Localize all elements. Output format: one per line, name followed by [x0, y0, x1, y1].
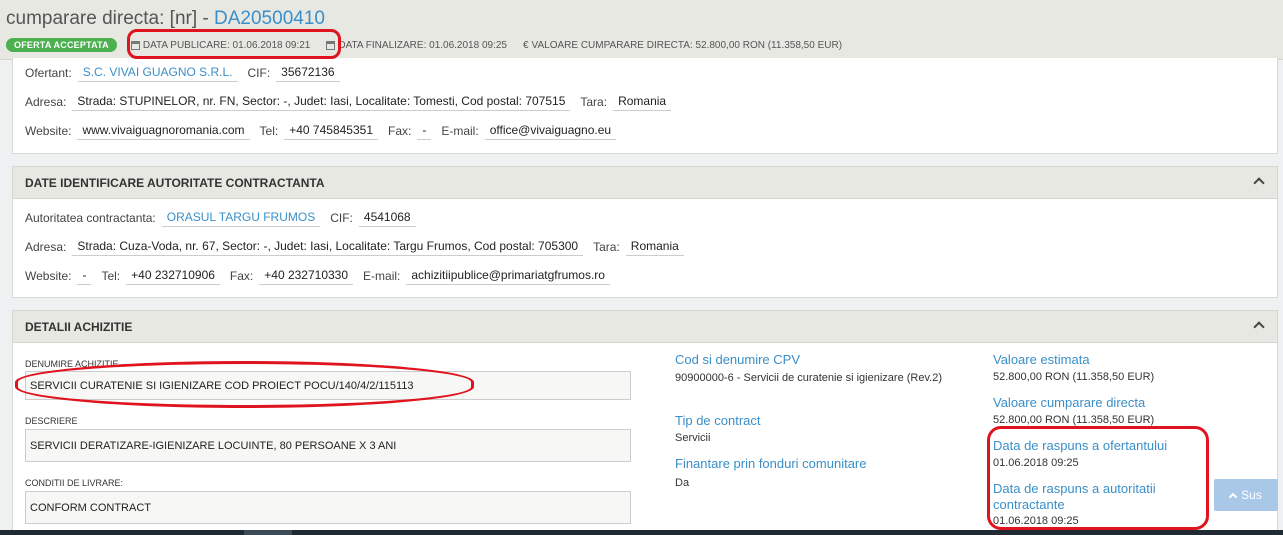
website-value: - [77, 267, 92, 285]
denumire-field: SERVICII CURATENIE SI IGIENIZARE COD PRO… [25, 371, 631, 400]
email-value: office@vivaiguagno.eu [484, 122, 617, 140]
scrollbar-thumb[interactable] [244, 530, 292, 535]
autoritate-row: Autoritatea contractanta: ORASUL TARGU F… [25, 209, 426, 227]
scroll-top-label: Sus [1241, 488, 1262, 502]
email-label: E-mail: [441, 124, 479, 138]
tip-contract-value: Servicii [675, 432, 711, 444]
descriere-label: DESCRIERE [25, 416, 78, 426]
title-prefix: cumparare directa: [nr] - [6, 8, 215, 29]
autoritate-panel: DATE IDENTIFICARE AUTORITATE CONTRACTANT… [12, 166, 1278, 298]
email-value: achizitiipublice@primariatgfrumos.ro [406, 267, 610, 285]
cif-label: CIF: [330, 211, 353, 225]
denumire-label: DENUMIRE ACHIZITIE [25, 359, 119, 369]
valoare-text: VALOARE CUMPARARE DIRECTA: 52.800,00 RON… [531, 39, 843, 51]
ofertant-link[interactable]: S.C. VIVAI GUAGNO S.R.L. [77, 64, 238, 82]
email-label: E-mail: [363, 269, 401, 283]
tara-label: Tara: [580, 95, 608, 109]
autoritate-address-row: Adresa: Strada: Cuza-Voda, nr. 67, Secto… [25, 238, 694, 256]
status-badge: OFERTA ACCEPTATA [6, 38, 117, 52]
cpv-value: 90900000-6 - Servicii de curatenie si ig… [675, 372, 942, 384]
raspuns-autoritate-label: Data de raspuns a autoritatii contractan… [993, 481, 1156, 512]
horizontal-scrollbar[interactable] [0, 530, 1283, 535]
conditii-field: CONFORM CONTRACT [25, 491, 631, 524]
valoare-estimata-label: Valoare estimata [993, 352, 1090, 367]
ofertant-row: Ofertant: S.C. VIVAI GUAGNO S.R.L. CIF: … [25, 64, 350, 82]
cpv-label: Cod si denumire CPV [675, 352, 800, 367]
valoare-cumparare-label: Valoare cumparare directa [993, 395, 1146, 410]
ofertant-address-row: Adresa: Strada: STUPINELOR, nr. FN, Sect… [25, 93, 681, 111]
finantare-label: Finantare prin fonduri comunitare [675, 456, 867, 471]
adresa-label: Adresa: [25, 95, 67, 109]
autoritate-heading: DATE IDENTIFICARE AUTORITATE CONTRACTANT… [25, 175, 325, 190]
procedure-code-link[interactable]: DA20500410 [214, 8, 325, 29]
scroll-top-button[interactable]: Sus [1214, 479, 1278, 511]
descriere-field: SERVICII DERATIZARE-IGIENIZARE LOCUINTE,… [25, 429, 631, 462]
tara-label: Tara: [593, 240, 620, 254]
autoritate-contact-row: Website: - Tel: +40 232710906 Fax: +40 2… [25, 267, 620, 285]
finantare-value: Da [675, 477, 690, 489]
fax-label: Fax: [388, 124, 412, 138]
raspuns-autoritate-value: 01.06.2018 09:25 [993, 515, 1079, 527]
detalii-panel: DETALII ACHIZITIE DENUMIRE ACHIZITIE SER… [12, 310, 1278, 535]
page-title: cumparare directa: [nr] - DA20500410 [6, 6, 325, 32]
tara-value: Romania [613, 93, 672, 111]
tip-contract-label: Tip de contract [675, 413, 761, 428]
chevron-up-icon[interactable] [1253, 321, 1265, 333]
website-label: Website: [25, 124, 72, 138]
cif-value: 35672136 [276, 64, 340, 82]
chevron-up-icon[interactable] [1253, 177, 1265, 189]
conditii-label: CONDITII DE LIVRARE: [25, 478, 124, 488]
data-finalizare: DATA FINALIZARE: 01.06.2018 09:25 [326, 40, 507, 51]
detalii-panel-header[interactable]: DETALII ACHIZITIE [13, 311, 1277, 343]
valoare-cumparare-value: 52.800,00 RON (11.358,50 EUR) [993, 414, 1155, 426]
autoritate-link[interactable]: ORASUL TARGU FRUMOS [161, 209, 321, 227]
adresa-value: Strada: STUPINELOR, nr. FN, Sector: -, J… [72, 93, 571, 111]
ofertant-contact-row: Website: www.vivaiguagnoromania.com Tel:… [25, 122, 626, 140]
valoare-estimata-value: 52.800,00 RON (11.358,50 EUR) [993, 371, 1155, 383]
calendar-icon [130, 40, 140, 50]
valoare-cumparare: € VALOARE CUMPARARE DIRECTA: 52.800,00 R… [523, 40, 842, 51]
calendar-icon [326, 40, 336, 50]
tara-value: Romania [625, 238, 684, 256]
website-label: Website: [25, 269, 72, 283]
cif-value: 4541068 [358, 209, 416, 227]
chevron-up-icon [1228, 492, 1238, 501]
tel-label: Tel: [101, 269, 121, 283]
data-publicare: DATA PUBLICARE: 01.06.2018 09:21 [130, 39, 311, 51]
raspuns-ofertant-label: Data de raspuns a ofertantului [993, 438, 1168, 453]
detalii-heading: DETALII ACHIZITIE [25, 319, 133, 334]
autoritate-panel-header[interactable]: DATE IDENTIFICARE AUTORITATE CONTRACTANT… [13, 167, 1277, 199]
adresa-value: Strada: Cuza-Voda, nr. 67, Sector: -, Ju… [72, 238, 584, 256]
raspuns-ofertant-value: 01.06.2018 09:25 [993, 457, 1079, 469]
autoritate-label: Autoritatea contractanta: [25, 211, 156, 225]
cif-label: CIF: [247, 66, 271, 80]
fax-value: - [417, 122, 432, 140]
data-finalizare-text: DATA FINALIZARE: 01.06.2018 09:25 [338, 39, 507, 51]
tel-label: Tel: [259, 124, 279, 138]
fax-value: +40 232710330 [259, 267, 354, 285]
data-publicare-text: DATA PUBLICARE: 01.06.2018 09:21 [142, 39, 311, 51]
euro-icon: € [522, 39, 529, 51]
fax-label: Fax: [229, 269, 254, 283]
tel-value: +40 745845351 [284, 122, 378, 140]
ofertant-label: Ofertant: [25, 66, 72, 80]
page-header: cumparare directa: [nr] - DA20500410 OFE… [0, 0, 1283, 60]
website-value: www.vivaiguagnoromania.com [77, 122, 250, 140]
ofertant-panel: Ofertant: S.C. VIVAI GUAGNO S.R.L. CIF: … [12, 58, 1278, 154]
adresa-label: Adresa: [25, 240, 67, 254]
meta-row: OFERTA ACCEPTATA DATA PUBLICARE: 01.06.2… [6, 36, 858, 54]
tel-value: +40 232710906 [126, 267, 220, 285]
